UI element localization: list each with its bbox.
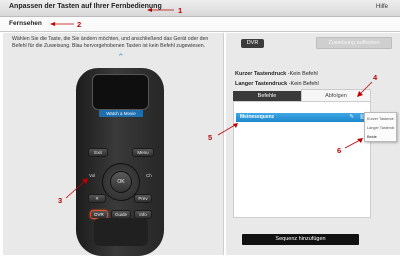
page-title: Anpassen der Tasten auf Ihrer Fernbedien… — [9, 3, 162, 10]
short-press-label: Kurzer Tastendruck — [235, 71, 287, 77]
menu-item-short-press[interactable]: Kurzer Tastendr. — [367, 117, 395, 121]
chevron-up-icon[interactable]: ⌃ — [117, 53, 125, 62]
assignment-panel: DVR Zuweisung aufheben Kurzer Tastendruc… — [226, 33, 400, 255]
add-sequence-button[interactable]: Sequenz hinzufügen — [242, 234, 359, 245]
section-bar: Fernsehen — [0, 17, 400, 32]
remote-lower-section — [94, 218, 148, 246]
tab-befehle[interactable]: Befehle — [233, 91, 301, 101]
remote-panel: Wählen Sie die Taste, die Sie ändern möc… — [3, 33, 224, 256]
menu-button[interactable]: Menu — [132, 148, 154, 157]
sequence-name: Meinesequenz — [240, 114, 275, 120]
long-press-info: Langer Tastendruck -Kein Befehl — [235, 81, 319, 87]
ok-button[interactable]: OK — [110, 171, 132, 193]
long-press-value: -Kein Befehl — [287, 81, 319, 87]
remote-control: Watch a Movie Exit Menu OK Vol Ch ✕ Prev… — [76, 68, 164, 256]
reset-assignment-button[interactable]: Zuweisung aufheben — [316, 37, 392, 49]
sequence-list: Meinesequenz ✎ ▥ — [233, 101, 371, 218]
sequence-row[interactable]: Meinesequenz ✎ ▥ — [236, 113, 368, 122]
mute-button[interactable]: ✕ — [88, 194, 106, 203]
mute-icon: ✕ — [95, 196, 99, 201]
pencil-icon[interactable]: ✎ — [349, 113, 354, 122]
instructions-text: Wählen Sie die Taste, die Sie ändern möc… — [12, 36, 209, 49]
short-press-info: Kurzer Tastendruck -Kein Befehl — [235, 71, 318, 77]
menu-item-both[interactable]: Beide — [367, 135, 377, 139]
tab-abfolgen[interactable]: Abfolgen — [301, 89, 371, 101]
selected-button-chip: DVR — [241, 39, 264, 48]
assign-context-menu: Kurzer Tastendr. Langer Tastendr. Beide — [364, 112, 397, 142]
exit-button[interactable]: Exit — [88, 148, 108, 157]
ch-label: Ch — [146, 173, 152, 178]
activity-label: Watch a Movie — [99, 110, 143, 117]
short-press-value: -Kein Befehl — [286, 71, 318, 77]
section-title: Fernsehen — [9, 20, 42, 27]
menu-item-long-press[interactable]: Langer Tastendr. — [367, 126, 395, 130]
remote-screen — [92, 74, 149, 110]
app-window: Anpassen der Tasten auf Ihrer Fernbedien… — [0, 0, 400, 258]
vol-label: Vol — [89, 173, 96, 178]
prev-button[interactable]: Prev — [134, 194, 152, 203]
long-press-label: Langer Tastendruck — [235, 81, 288, 87]
help-link[interactable]: Hilfe — [376, 4, 388, 10]
title-bar: Anpassen der Tasten auf Ihrer Fernbedien… — [0, 0, 400, 17]
